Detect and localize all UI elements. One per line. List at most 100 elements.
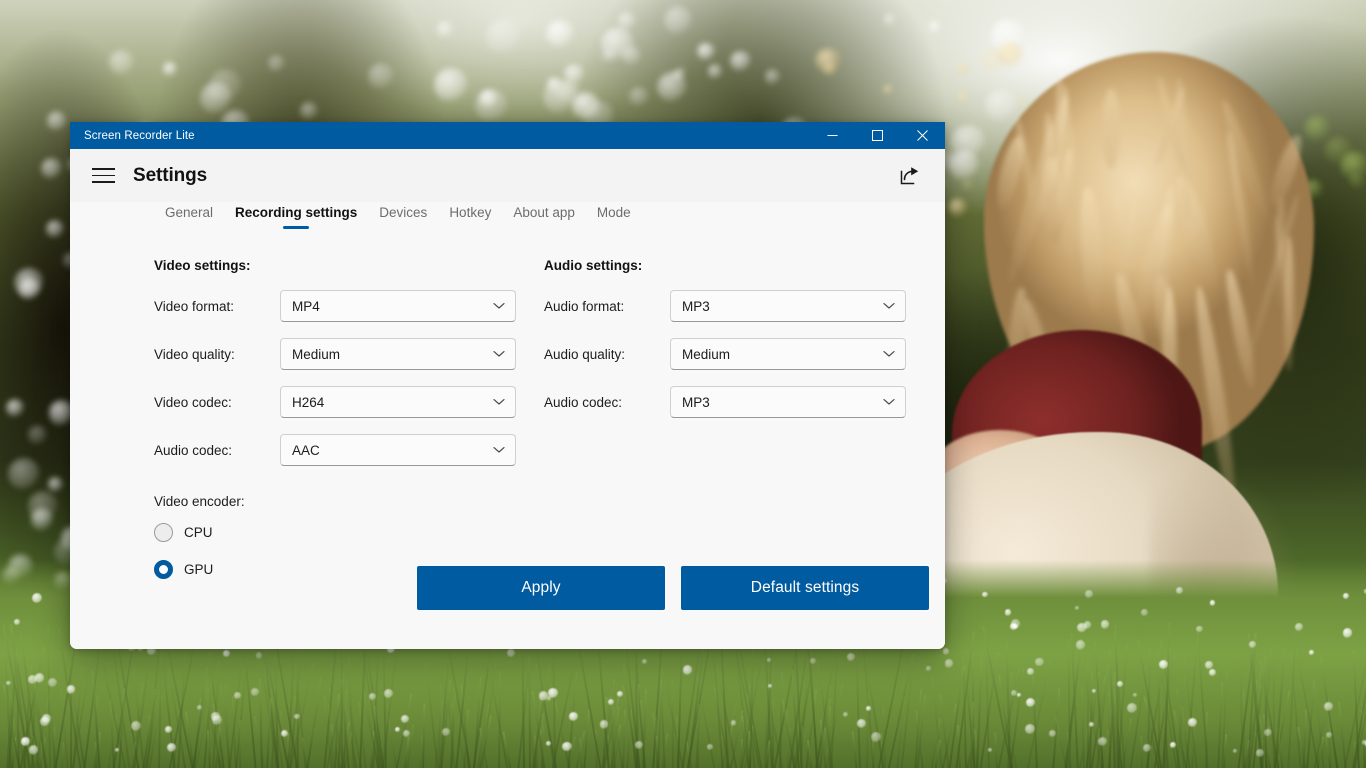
wildflower xyxy=(130,721,141,731)
wildflower xyxy=(1263,728,1272,737)
wildflower xyxy=(562,742,572,752)
bokeh-blob xyxy=(707,64,723,79)
audio-settings-title: Audio settings: xyxy=(544,258,643,273)
wildflower xyxy=(707,743,714,750)
wildflower xyxy=(34,673,45,683)
chevron-down-icon xyxy=(883,393,895,411)
wildflower xyxy=(730,720,737,726)
wildflower xyxy=(1049,729,1057,737)
wildflower xyxy=(1024,723,1035,734)
label-video-format: Video format: xyxy=(154,298,235,314)
combo-video-codec[interactable]: H264 xyxy=(280,386,516,418)
tab-mode[interactable]: Mode xyxy=(586,202,642,223)
hamburger-menu-icon[interactable] xyxy=(86,159,120,193)
chevron-down-icon xyxy=(883,297,895,315)
wildflower xyxy=(810,658,817,665)
wildflower xyxy=(1089,721,1095,727)
wildflower xyxy=(1248,641,1256,648)
bokeh-blob xyxy=(200,82,232,114)
hair-strand xyxy=(1169,172,1224,291)
default-settings-button[interactable]: Default settings xyxy=(681,566,929,610)
wildflower xyxy=(846,653,856,662)
chevron-down-icon xyxy=(493,441,505,459)
wildflower xyxy=(1141,609,1148,616)
radio-cpu[interactable] xyxy=(154,522,173,542)
app-window: Screen Recorder Lite Settings General Re… xyxy=(70,122,945,649)
combo-audio-codec-left[interactable]: AAC xyxy=(280,434,516,466)
maximize-button[interactable] xyxy=(855,122,900,149)
field-audio-codec-left: Audio codec: AAC xyxy=(154,434,516,466)
label-audio-format: Audio format: xyxy=(544,298,625,314)
wildflower xyxy=(6,680,11,686)
wildflower xyxy=(1010,623,1018,631)
tab-about-app[interactable]: About app xyxy=(502,202,586,223)
wildflower xyxy=(634,740,644,749)
combo-audio-codec-left-value: AAC xyxy=(292,442,320,458)
wildflower xyxy=(1187,717,1197,727)
hair-strand xyxy=(1076,185,1107,316)
bokeh-blob xyxy=(8,458,41,491)
chevron-down-icon xyxy=(493,297,505,315)
label-audio-codec-left: Audio codec: xyxy=(154,442,233,458)
hair-strand xyxy=(1264,132,1307,210)
apply-button[interactable]: Apply xyxy=(417,566,665,610)
minimize-button[interactable] xyxy=(810,122,855,149)
wildflower xyxy=(1175,586,1184,595)
wildflower xyxy=(568,711,578,721)
grass-blade xyxy=(740,738,743,768)
tab-general[interactable]: General xyxy=(154,202,224,223)
label-video-quality: Video quality: xyxy=(154,346,235,362)
wildflower xyxy=(1294,622,1303,631)
wildflower xyxy=(1025,697,1036,707)
combo-audio-quality[interactable]: Medium xyxy=(670,338,906,370)
grass-blade xyxy=(1140,736,1144,768)
combo-video-codec-value: H264 xyxy=(292,394,325,410)
combo-audio-format[interactable]: MP3 xyxy=(670,290,906,322)
chevron-down-icon xyxy=(883,345,895,363)
wildflower xyxy=(1075,606,1080,611)
wildflower xyxy=(395,726,401,733)
wildflower xyxy=(944,659,953,668)
wildflower xyxy=(1035,657,1044,667)
wildflower xyxy=(1324,701,1334,711)
wildflower xyxy=(1208,668,1217,677)
combo-audio-format-value: MP3 xyxy=(682,298,710,314)
tab-recording-settings[interactable]: Recording settings xyxy=(224,202,368,223)
bokeh-blob xyxy=(367,62,395,89)
title-bar[interactable]: Screen Recorder Lite xyxy=(70,122,945,149)
bokeh-blob xyxy=(657,72,688,102)
wildflower xyxy=(987,747,993,753)
field-audio-quality: Audio quality: Medium xyxy=(544,338,906,370)
grass-blade xyxy=(157,658,162,768)
grass-blade xyxy=(871,739,874,768)
wildflower xyxy=(1342,628,1352,638)
close-button[interactable] xyxy=(900,122,945,149)
grass-blade xyxy=(851,731,858,768)
combo-video-format-value: MP4 xyxy=(292,298,320,314)
tab-devices[interactable]: Devices xyxy=(368,202,438,223)
radio-row-cpu[interactable]: CPU xyxy=(154,518,294,546)
hamburger-bar-1 xyxy=(91,168,115,170)
share-icon[interactable] xyxy=(893,159,927,193)
wildflower xyxy=(234,692,242,700)
grass-blade xyxy=(521,642,525,768)
bokeh-blob xyxy=(27,425,48,445)
wildflower xyxy=(223,649,231,658)
field-video-quality: Video quality: Medium xyxy=(154,338,516,370)
wildflower xyxy=(857,719,867,728)
bokeh-blob xyxy=(947,197,968,218)
bokeh-blob xyxy=(267,55,285,73)
label-audio-quality: Audio quality: xyxy=(544,346,626,362)
tab-hotkey[interactable]: Hotkey xyxy=(438,202,502,223)
wildflower xyxy=(538,691,549,701)
combo-video-quality-value: Medium xyxy=(292,346,341,362)
combo-audio-codec[interactable]: MP3 xyxy=(670,386,906,418)
bokeh-blob xyxy=(5,398,25,418)
bokeh-blob xyxy=(546,19,574,47)
wildflower xyxy=(28,745,39,755)
combo-video-quality[interactable]: Medium xyxy=(280,338,516,370)
wildflower xyxy=(1004,609,1011,616)
combo-video-format[interactable]: MP4 xyxy=(280,290,516,322)
wildflower xyxy=(1343,593,1350,600)
settings-body: Video settings: Video format: MP4 Video … xyxy=(70,236,945,649)
